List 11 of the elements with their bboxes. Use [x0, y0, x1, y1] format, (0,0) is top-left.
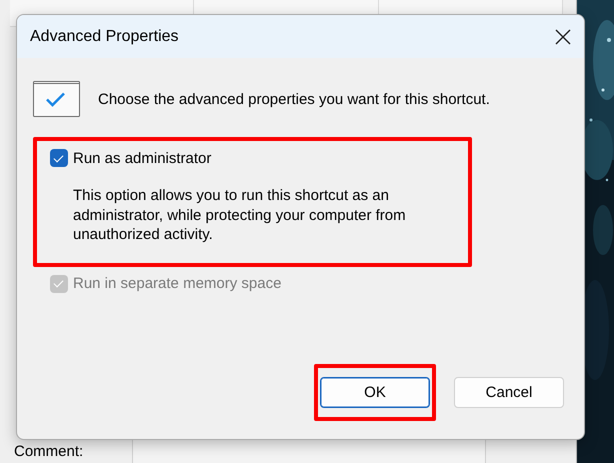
dialog-button[interactable]: Cancel	[454, 377, 564, 408]
checkmark-window-icon	[33, 81, 80, 117]
checkbox-label[interactable]: Run as administrator	[73, 150, 212, 166]
dialog-button[interactable]: OK	[320, 377, 430, 408]
checkbox[interactable]	[50, 149, 68, 167]
intro-text: Choose the advanced properties you want for this shortcut.	[98, 90, 490, 108]
comment-label: Comment:	[14, 443, 84, 460]
comment-field[interactable]	[132, 440, 486, 463]
close-icon[interactable]	[554, 28, 572, 46]
option-description: This option allows you to run this shortcut as an administrator, while protecting your computer from unauthorized activity.	[73, 186, 407, 244]
window-title: Advanced Properties	[30, 28, 180, 46]
